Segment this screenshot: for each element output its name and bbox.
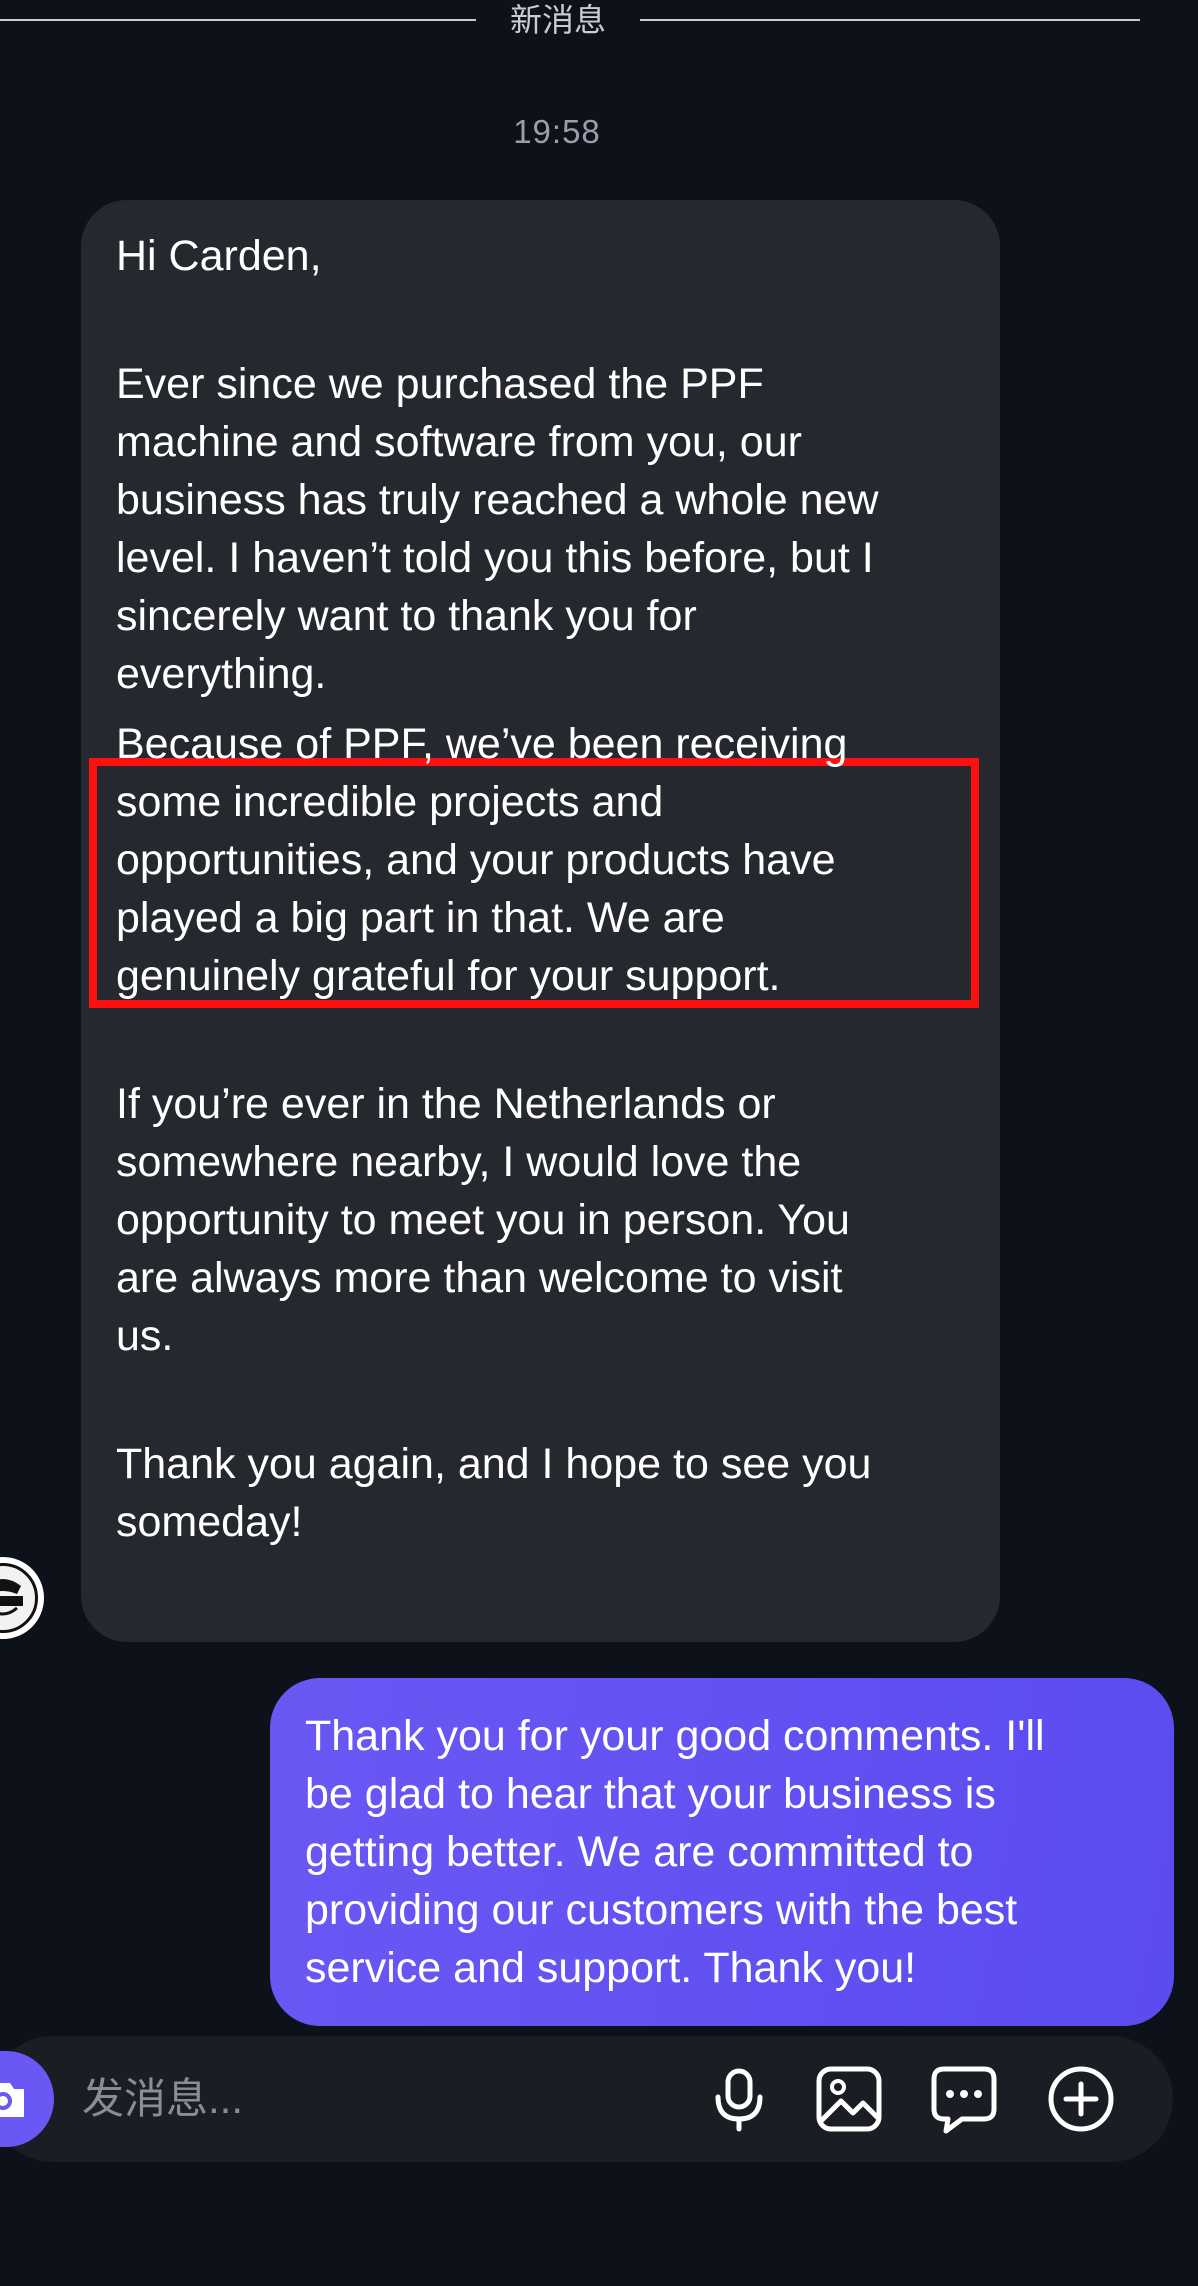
sticker-icon[interactable] — [928, 2063, 1000, 2135]
message-input[interactable]: 发消息... — [82, 2070, 243, 2128]
message-greeting: Hi Carden, — [116, 232, 322, 280]
microphone-icon[interactable] — [703, 2063, 775, 2135]
camera-icon — [0, 2083, 24, 2117]
divider-line-left — [0, 19, 476, 21]
message-timestamp: 19:58 — [513, 113, 601, 150]
new-messages-label: 新消息 — [509, 2, 606, 38]
sender-avatar[interactable] — [0, 1557, 44, 1639]
plus-icon[interactable] — [1045, 2063, 1117, 2135]
divider-line-right — [640, 19, 1140, 21]
bottom-safe-area — [0, 2162, 1198, 2286]
message-paragraph-highlighted: Because of PPF, we’ve been receiving som… — [116, 720, 848, 1000]
image-icon[interactable] — [813, 2063, 885, 2135]
outgoing-message-bubble[interactable]: Thank you for your good comments. I'll b… — [270, 1678, 1174, 2026]
avatar-logo — [0, 1563, 38, 1633]
message-paragraph: Thank you again, and I hope to see you s… — [116, 1440, 872, 1546]
outgoing-message-text: Thank you for your good comments. I'll b… — [305, 1712, 1045, 1992]
message-paragraph: If you’re ever in the Netherlands or som… — [116, 1080, 850, 1360]
new-messages-divider: 新消息 — [0, 0, 1198, 44]
message-paragraph: Ever since we purchased the PPF machine … — [116, 360, 879, 698]
incoming-message-bubble[interactable]: Hi Carden, Ever since we purchased the P… — [81, 200, 1000, 1642]
